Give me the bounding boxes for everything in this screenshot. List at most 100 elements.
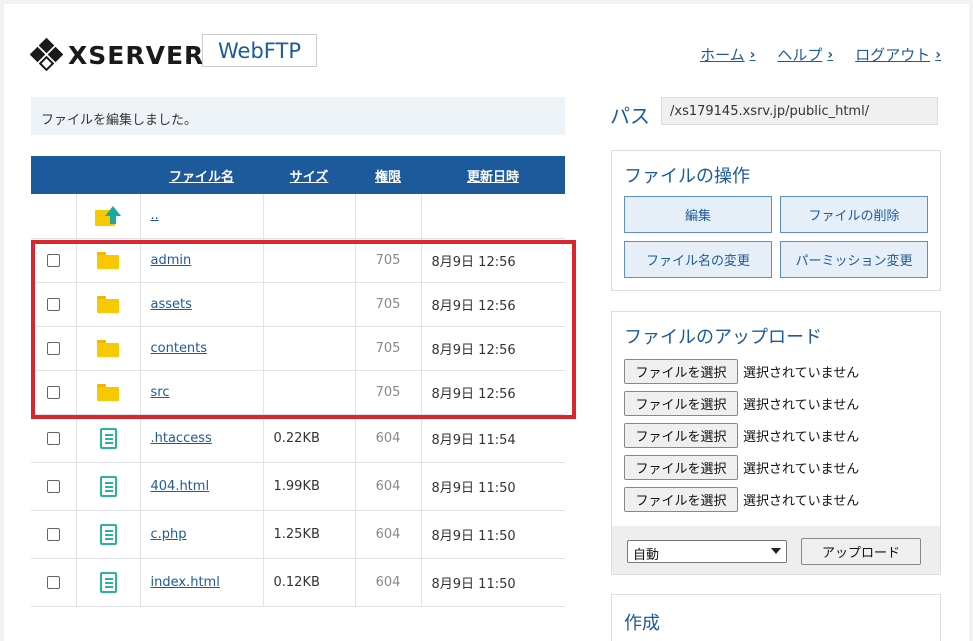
file-operations-title: ファイルの操作 [624, 166, 750, 187]
row-checkbox[interactable] [46, 431, 60, 445]
header-filename[interactable]: ファイル名 [140, 156, 263, 194]
file-input-row: ファイルを選択 選択されていません [624, 391, 859, 416]
file-permission: 705 [355, 326, 422, 371]
file-name-link[interactable]: assets [151, 297, 192, 312]
choose-file-button[interactable]: ファイルを選択 [624, 391, 738, 416]
file-table: ファイル名 サイズ 権限 更新日時 .. admin 705 8月9日 12:5… [31, 156, 565, 607]
no-file-selected-text: 選択されていません [743, 366, 860, 381]
table-row: 404.html 1.99KB 604 8月9日 11:50 [31, 462, 565, 511]
edit-button[interactable]: 編集 [624, 196, 772, 233]
no-file-selected-text: 選択されていません [743, 398, 860, 413]
table-row: admin 705 8月9日 12:56 [31, 238, 565, 283]
nav-logout-label: ログアウト [855, 46, 931, 64]
change-permission-button[interactable]: パーミッション変更 [780, 241, 928, 278]
status-message: ファイルを編集しました。 [31, 97, 565, 135]
table-row: assets 705 8月9日 12:56 [31, 282, 565, 327]
parent-folder-icon[interactable] [95, 205, 121, 226]
row-checkbox[interactable] [46, 253, 60, 267]
header-permission[interactable]: 権限 [355, 156, 421, 194]
chevron-down-icon [771, 548, 781, 554]
folder-icon[interactable] [97, 251, 119, 269]
row-checkbox[interactable] [46, 385, 60, 399]
transfer-mode-value: 自動 [633, 548, 660, 563]
path-label: パス [610, 104, 650, 128]
file-permission: 705 [355, 238, 422, 283]
row-checkbox[interactable] [46, 479, 60, 493]
chevron-right-icon: › [749, 46, 756, 63]
file-permission: 604 [355, 462, 422, 511]
file-icon[interactable] [99, 523, 117, 545]
header-size[interactable]: サイズ [263, 156, 355, 194]
file-permission: 705 [355, 370, 422, 415]
nav-help-link[interactable]: ヘルプ › [777, 44, 833, 65]
header-check [31, 156, 76, 194]
file-name-link[interactable]: 404.html [151, 479, 210, 494]
file-input-row: ファイルを選択 選択されていません [624, 359, 859, 384]
page: XSERVER WebFTP ホーム › ヘルプ › ログアウト › ファイルを編集し… [4, 4, 969, 641]
table-header-row: ファイル名 サイズ 権限 更新日時 [31, 156, 565, 194]
transfer-mode-select[interactable]: 自動 [627, 540, 787, 563]
table-row: index.html 0.12KB 604 8月9日 11:50 [31, 558, 565, 607]
file-name-link[interactable]: src [151, 385, 170, 400]
folder-icon[interactable] [97, 295, 119, 313]
chevron-right-icon: › [935, 46, 941, 63]
file-name-link[interactable]: admin [151, 253, 192, 268]
parent-dir-link[interactable]: .. [151, 208, 159, 223]
nav-logout-link[interactable]: ログアウト › [855, 44, 941, 65]
file-icon[interactable] [99, 571, 117, 593]
file-name-link[interactable]: .htaccess [151, 431, 212, 446]
file-input-row: ファイルを選択 選択されていません [624, 455, 859, 480]
file-input-row: ファイルを選択 選択されていません [624, 487, 859, 512]
choose-file-button[interactable]: ファイルを選択 [624, 359, 738, 384]
file-size [263, 238, 356, 283]
table-row: .htaccess 0.22KB 604 8月9日 11:54 [31, 414, 565, 463]
folder-icon[interactable] [97, 383, 119, 401]
row-checkbox[interactable] [46, 575, 60, 589]
no-file-selected-text: 選択されていません [743, 462, 860, 477]
file-size: 1.25KB [263, 510, 356, 559]
file-operations-panel: ファイルの操作 編集 ファイルの削除 ファイル名の変更 パーミッション変更 [611, 150, 941, 291]
file-size: 0.12KB [263, 558, 356, 607]
file-icon[interactable] [99, 427, 117, 449]
path-field[interactable]: /xs179145.xsrv.jp/public_html/ [661, 97, 938, 125]
no-file-selected-text: 選択されていません [743, 430, 860, 445]
choose-file-button[interactable]: ファイルを選択 [624, 455, 738, 480]
file-icon[interactable] [99, 475, 117, 497]
file-permission: 604 [355, 510, 422, 559]
file-permission: 705 [355, 282, 422, 327]
file-permission: 604 [355, 558, 422, 607]
file-permission: 604 [355, 414, 422, 463]
file-size: 1.99KB [263, 462, 356, 511]
choose-file-button[interactable]: ファイルを選択 [624, 487, 738, 512]
row-checkbox[interactable] [46, 297, 60, 311]
file-name-link[interactable]: contents [151, 341, 208, 356]
logo-diamond-icon [29, 37, 64, 72]
upload-footer: 自動 アップロード [612, 526, 940, 574]
table-row: c.php 1.25KB 604 8月9日 11:50 [31, 510, 565, 559]
header-icon [76, 156, 140, 194]
file-date: 8月9日 11:54 [421, 414, 565, 463]
file-date: 8月9日 11:50 [421, 510, 565, 559]
create-panel: 作成 [611, 594, 941, 641]
header-date[interactable]: 更新日時 [421, 156, 565, 194]
file-size [263, 326, 356, 371]
file-date: 8月9日 12:56 [421, 370, 565, 415]
nav-home-link[interactable]: ホーム › [700, 44, 755, 65]
file-size [263, 282, 356, 327]
row-checkbox[interactable] [46, 341, 60, 355]
xserver-logo[interactable]: XSERVER [29, 37, 204, 72]
folder-icon[interactable] [97, 339, 119, 357]
file-upload-panel: ファイルのアップロード ファイルを選択 選択されていません ファイルを選択 選択… [611, 311, 941, 575]
table-row: src 705 8月9日 12:56 [31, 370, 565, 415]
file-name-link[interactable]: index.html [151, 575, 220, 590]
file-name-link[interactable]: c.php [151, 527, 187, 542]
choose-file-button[interactable]: ファイルを選択 [624, 423, 738, 448]
delete-file-button[interactable]: ファイルの削除 [780, 196, 928, 233]
row-checkbox[interactable] [46, 527, 60, 541]
nav-home-label: ホーム [700, 46, 745, 64]
file-input-row: ファイルを選択 選択されていません [624, 423, 859, 448]
rename-file-button[interactable]: ファイル名の変更 [624, 241, 772, 278]
no-file-selected-text: 選択されていません [743, 494, 860, 509]
app-name-badge: WebFTP [202, 34, 317, 67]
upload-button[interactable]: アップロード [801, 538, 921, 565]
